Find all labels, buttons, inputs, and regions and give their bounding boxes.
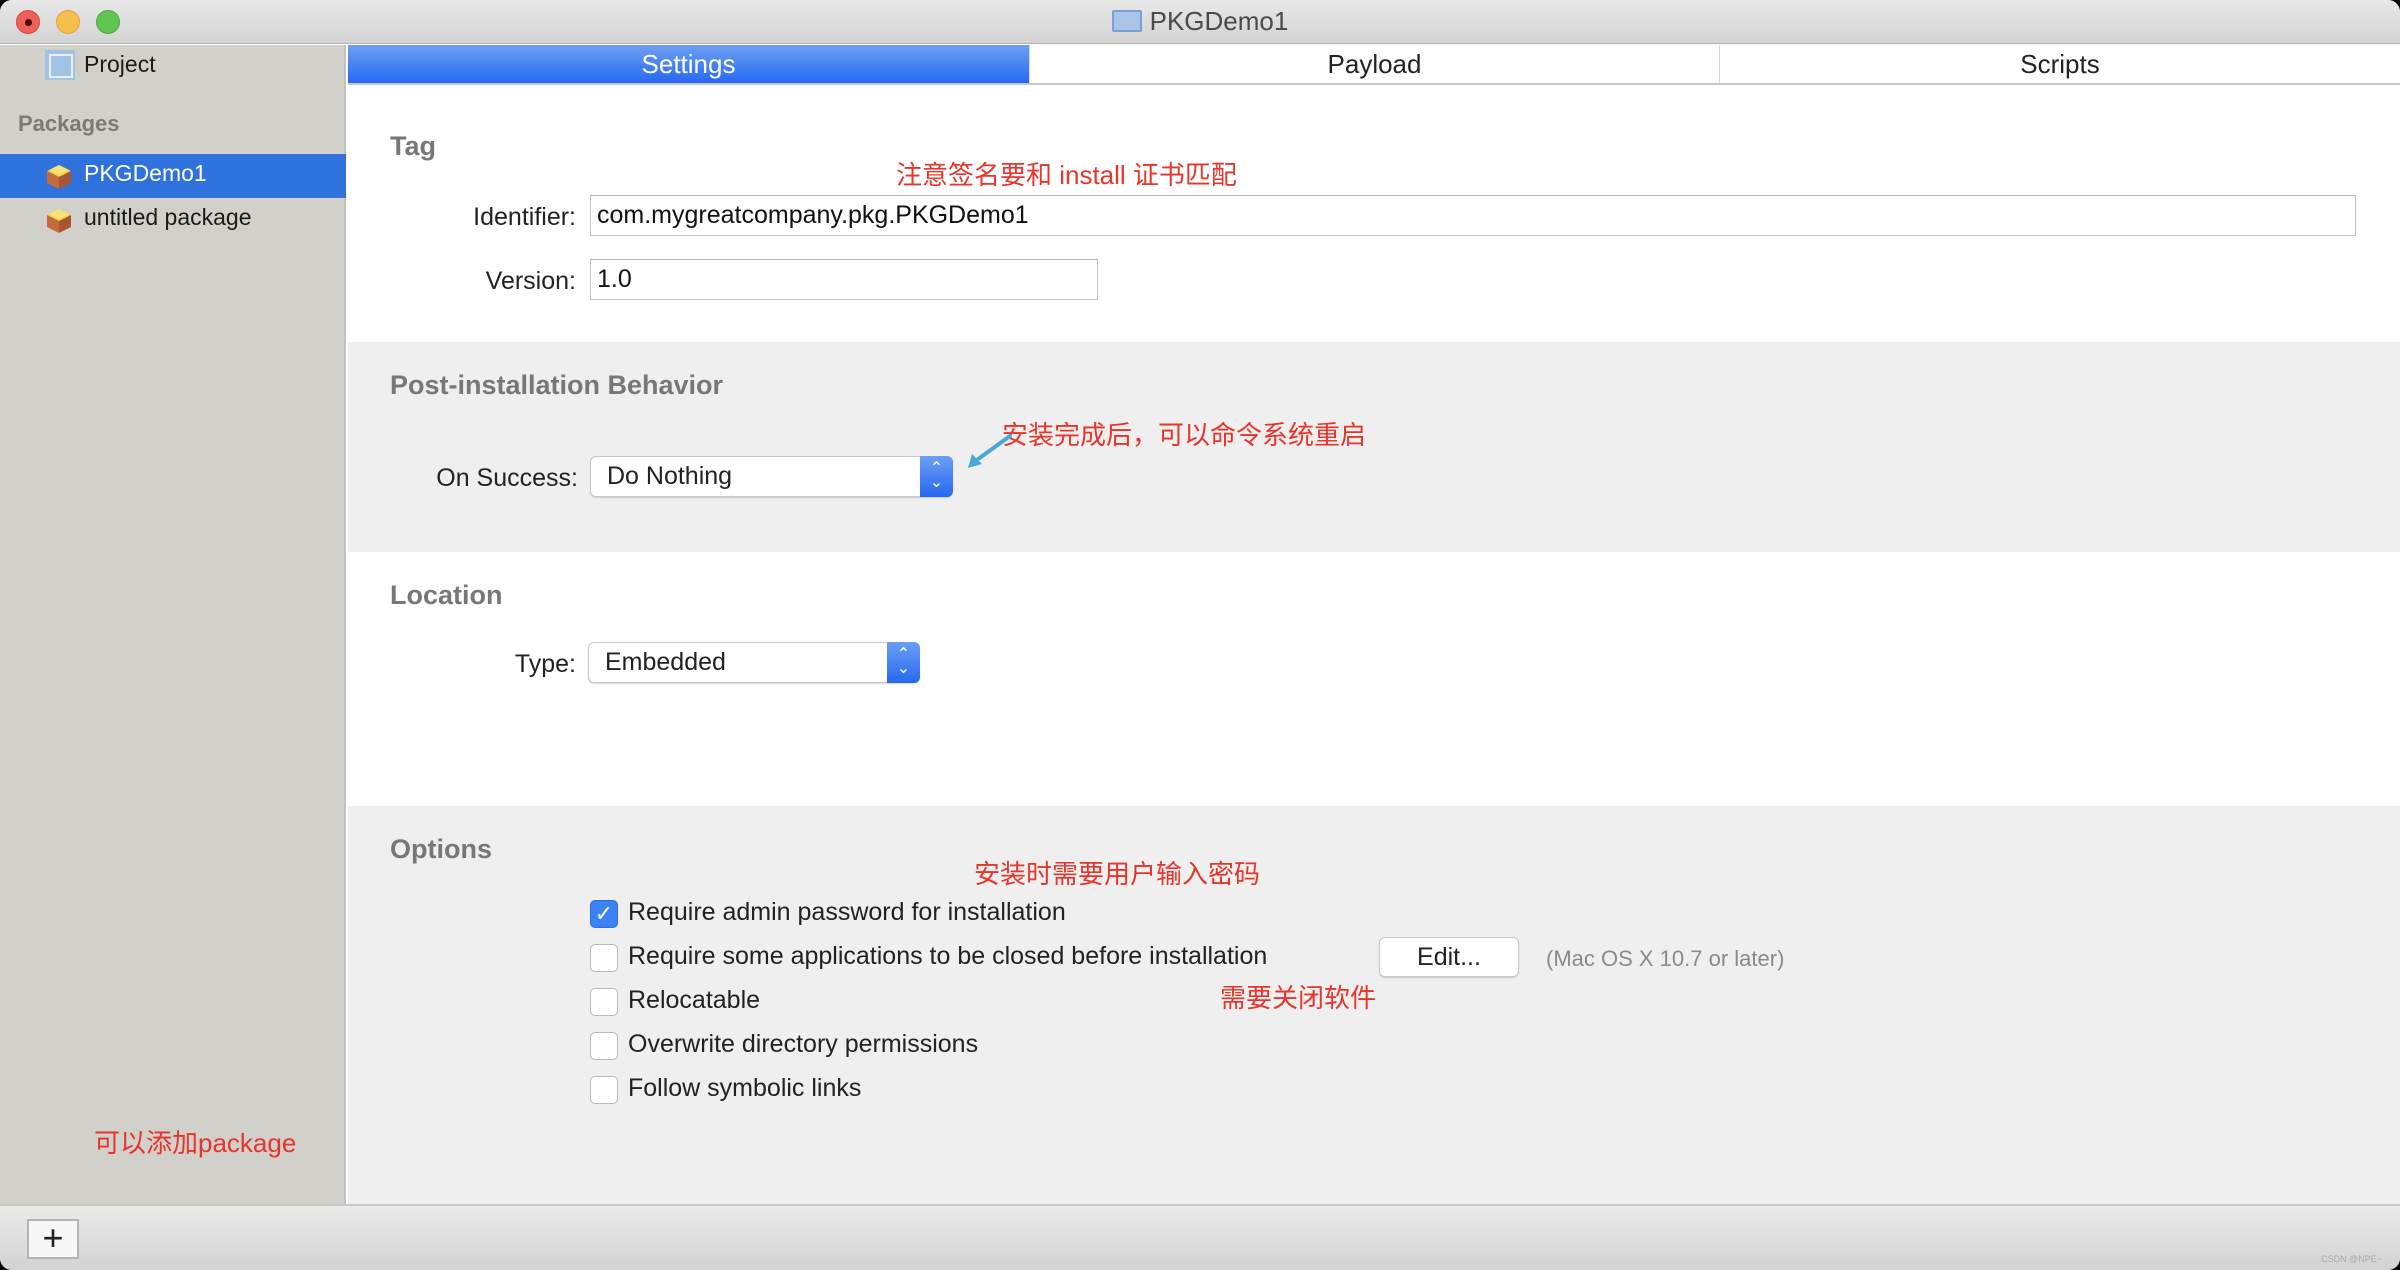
on-success-popup[interactable]: Do Nothing ⌃ ⌄ — [590, 456, 953, 497]
checkbox-unchecked-icon[interactable] — [590, 988, 618, 1016]
sidebar-section-packages: Packages — [18, 111, 120, 136]
post-install-section: Post-installation Behavior 安装完成后，可以命令系统重… — [348, 342, 2400, 552]
annotation-arrow-icon — [968, 434, 1012, 468]
section-title-options: Options — [390, 834, 492, 864]
app-window: PKGDemo1 Project Packages PKGDemo1 untit… — [0, 0, 2400, 1270]
location-section: Location Type: Embedded ⌃ ⌄ — [348, 552, 2400, 806]
sidebar-item-label: untitled package — [84, 204, 252, 230]
on-success-value: Do Nothing — [607, 462, 733, 490]
option-label: Overwrite directory permissions — [628, 1030, 979, 1058]
annotation-add-package: 可以添加package — [94, 1128, 297, 1158]
location-type-popup[interactable]: Embedded ⌃ ⌄ — [588, 642, 920, 683]
annotation-signature: 注意签名要和 install 证书匹配 — [896, 160, 1237, 190]
window-title: PKGDemo1 — [0, 6, 2400, 37]
edit-hint: (Mac OS X 10.7 or later) — [1546, 946, 1785, 971]
annotation-close-apps: 需要关闭软件 — [1220, 983, 1377, 1013]
location-type-value: Embedded — [605, 648, 726, 676]
checkbox-checked-icon[interactable]: ✓ — [590, 900, 618, 928]
bottom-bar: + CSDN @NPE~ — [0, 1204, 2400, 1270]
sidebar-item-label: PKGDemo1 — [84, 160, 207, 186]
identifier-label: Identifier: — [473, 203, 576, 231]
edit-apps-button[interactable]: Edit... — [1379, 937, 1519, 977]
option-label: Require admin password for installation — [628, 898, 1066, 926]
tab-scripts[interactable]: Scripts — [1720, 45, 2400, 83]
title-bar: PKGDemo1 — [0, 0, 2400, 44]
tab-settings[interactable]: Settings — [348, 45, 1030, 83]
option-label: Relocatable — [628, 986, 761, 1014]
settings-panel: Tag 注意签名要和 install 证书匹配 Identifier: com.… — [348, 85, 2400, 1204]
checkbox-unchecked-icon[interactable] — [590, 1032, 618, 1060]
popup-chevrons-icon: ⌃ ⌄ — [887, 642, 920, 683]
sidebar: Project Packages PKGDemo1 untitled packa… — [0, 45, 346, 1261]
option-label: Require some applications to be closed b… — [628, 942, 1268, 970]
tab-payload[interactable]: Payload — [1030, 45, 1720, 83]
project-document-icon — [1111, 10, 1142, 32]
version-label: Version: — [485, 267, 576, 295]
sidebar-item-project[interactable]: Project — [0, 45, 346, 85]
type-label: Type: — [514, 650, 576, 678]
tab-bar: Settings Payload Scripts — [348, 45, 2400, 85]
package-icon — [47, 165, 71, 189]
sidebar-item-label: Project — [84, 51, 156, 77]
section-title-post-install: Post-installation Behavior — [390, 370, 724, 400]
version-field[interactable]: 1.0 — [590, 259, 1098, 300]
identifier-field[interactable]: com.mygreatcompany.pkg.PKGDemo1 — [590, 195, 2356, 236]
watermark: CSDN @NPE~ — [2321, 1254, 2382, 1264]
annotation-restart: 安装完成后，可以命令系统重启 — [1002, 420, 1367, 450]
annotation-password: 安装时需要用户输入密码 — [974, 859, 1261, 889]
checkbox-unchecked-icon[interactable] — [590, 944, 618, 972]
sidebar-item-package[interactable]: untitled package — [0, 198, 346, 242]
popup-chevrons-icon: ⌃ ⌄ — [920, 456, 953, 497]
project-icon — [45, 50, 75, 80]
section-title-location: Location — [390, 580, 503, 610]
add-package-button[interactable]: + — [27, 1219, 79, 1259]
tag-section: Tag 注意签名要和 install 证书匹配 Identifier: com.… — [348, 85, 2400, 342]
window-title-text: PKGDemo1 — [1149, 6, 1289, 36]
checkbox-unchecked-icon[interactable] — [590, 1076, 618, 1104]
section-title-tag: Tag — [390, 131, 436, 161]
option-label: Follow symbolic links — [628, 1074, 862, 1102]
options-section: Options 安装时需要用户输入密码 ✓ Require admin pass… — [348, 806, 2400, 1204]
on-success-label: On Success: — [436, 464, 578, 492]
package-icon — [47, 209, 71, 233]
sidebar-item-package[interactable]: PKGDemo1 — [0, 154, 346, 198]
